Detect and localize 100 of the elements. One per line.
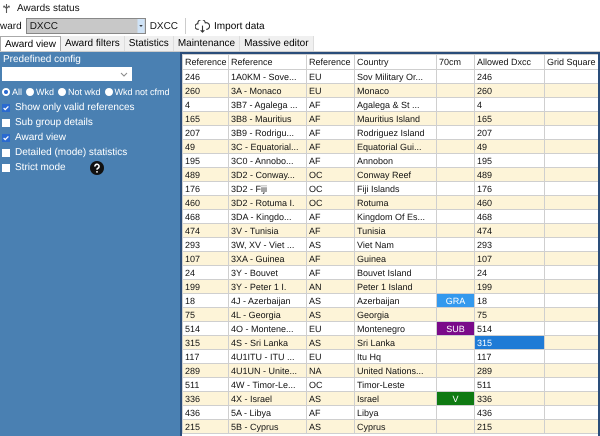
award-name: DXCC: [150, 20, 178, 32]
column-header[interactable]: Reference: [306, 54, 354, 70]
table-cell: 4X - Israel: [228, 392, 306, 406]
table-cell: AS: [306, 336, 354, 350]
table-cell: AF: [306, 112, 354, 126]
table-cell: [436, 280, 474, 294]
table-cell: 75: [474, 308, 544, 322]
option-checkbox[interactable]: Detailed (mode) statistics: [2, 147, 128, 158]
tab[interactable]: Award filters: [60, 36, 125, 51]
filter-radio[interactable]: Wkd not cfmd: [104, 87, 170, 97]
column-header[interactable]: Allowed Dxcc: [474, 54, 544, 70]
table-cell: [436, 196, 474, 210]
table-cell: OC: [306, 196, 354, 210]
table-cell: OC: [306, 168, 354, 182]
status-badge: GRA: [436, 294, 474, 308]
table-cell: [436, 336, 474, 350]
tab[interactable]: Statistics: [124, 36, 174, 51]
table-cell: Monaco: [354, 84, 436, 98]
table-cell: [544, 364, 598, 378]
filter-radio[interactable]: All: [2, 87, 22, 97]
import-button[interactable]: Import data: [193, 20, 267, 32]
table-cell: 49: [474, 140, 544, 154]
table-cell: 5B - Cyprus: [228, 420, 306, 434]
column-header[interactable]: Reference: [182, 54, 228, 70]
award-combo[interactable]: DXCC: [26, 18, 146, 34]
table-cell: Mauritius Island: [354, 112, 436, 126]
table-cell: [544, 84, 598, 98]
table-cell: Israel: [354, 392, 436, 406]
table-cell: Guinea: [354, 252, 436, 266]
table-cell: 460: [182, 196, 228, 210]
table-cell: 3C - Equatorial...: [228, 140, 306, 154]
tab[interactable]: Massive editor: [240, 36, 314, 51]
option-checkbox[interactable]: Award view: [2, 132, 66, 143]
status-badge: SUB: [436, 322, 474, 336]
table-cell: 3D2 - Conway...: [228, 168, 306, 182]
table-cell: [544, 280, 598, 294]
table-cell: 260: [182, 84, 228, 98]
table-cell: Peter 1 Island: [354, 280, 436, 294]
table-cell: [436, 252, 474, 266]
help-icon[interactable]: [90, 160, 104, 174]
table-cell: 3B8 - Mauritius: [228, 112, 306, 126]
column-header[interactable]: 70cm: [436, 54, 474, 70]
table-cell[interactable]: 315: [474, 336, 544, 350]
table-cell: 289: [474, 364, 544, 378]
table-cell: 289: [182, 364, 228, 378]
table-cell: 165: [474, 112, 544, 126]
column-header[interactable]: Country: [354, 54, 436, 70]
column-header[interactable]: Reference: [228, 54, 306, 70]
table-cell: [436, 168, 474, 182]
dropdown-icon: [136, 19, 145, 33]
table-cell: 3D2 - Rotuma I.: [228, 196, 306, 210]
tab[interactable]: Maintenance: [174, 36, 240, 51]
table-cell: 3A - Monaco: [228, 84, 306, 98]
table-cell: Tunisia: [354, 224, 436, 238]
table-cell: [436, 112, 474, 126]
table-cell: 4L - Georgia: [228, 308, 306, 322]
option-checkbox[interactable]: Sub group details: [2, 117, 93, 128]
table-cell: 199: [182, 280, 228, 294]
table-cell: [436, 84, 474, 98]
column-header[interactable]: Grid Square: [544, 54, 598, 70]
tab[interactable]: Award view: [0, 36, 61, 51]
table-cell: [544, 196, 598, 210]
table-cell: AF: [306, 252, 354, 266]
table-cell: Conway Reef: [354, 168, 436, 182]
table-cell: 75: [182, 308, 228, 322]
table-cell: 107: [474, 252, 544, 266]
table-cell: 107: [182, 252, 228, 266]
table-cell: AF: [306, 140, 354, 154]
table-cell: 215: [474, 420, 544, 434]
table-cell: 336: [474, 392, 544, 406]
table-cell: [544, 308, 598, 322]
table-cell: [436, 364, 474, 378]
table-cell: AS: [306, 420, 354, 434]
filter-radio[interactable]: Wkd: [26, 87, 54, 97]
option-checkbox[interactable]: Strict mode: [2, 162, 66, 173]
table-cell: [544, 420, 598, 434]
option-checkbox[interactable]: Show only valid references: [2, 102, 135, 113]
table-cell: 474: [182, 224, 228, 238]
chevron-down-icon: [120, 72, 128, 76]
table-cell: 3Y - Peter 1 I.: [228, 280, 306, 294]
table-cell: [544, 252, 598, 266]
table-cell: [436, 140, 474, 154]
table-cell: 199: [474, 280, 544, 294]
table-cell: [436, 308, 474, 322]
table-cell: 4U1UN - Unite...: [228, 364, 306, 378]
table-cell: [436, 224, 474, 238]
table-cell: 260: [474, 84, 544, 98]
table-cell: AF: [306, 224, 354, 238]
table-cell: 4S - Sri Lanka: [228, 336, 306, 350]
table-cell: 49: [182, 140, 228, 154]
predefined-config-label: Predefined config: [3, 54, 82, 65]
table-cell: 3XA - Guinea: [228, 252, 306, 266]
table-cell: NA: [306, 364, 354, 378]
table-cell: United Nations...: [354, 364, 436, 378]
filter-radio[interactable]: Not wkd: [58, 87, 101, 97]
table-cell: 215: [182, 420, 228, 434]
table-cell: [544, 392, 598, 406]
table-cell: 336: [182, 392, 228, 406]
table-cell: AN: [306, 280, 354, 294]
award-label: ward: [0, 20, 22, 32]
